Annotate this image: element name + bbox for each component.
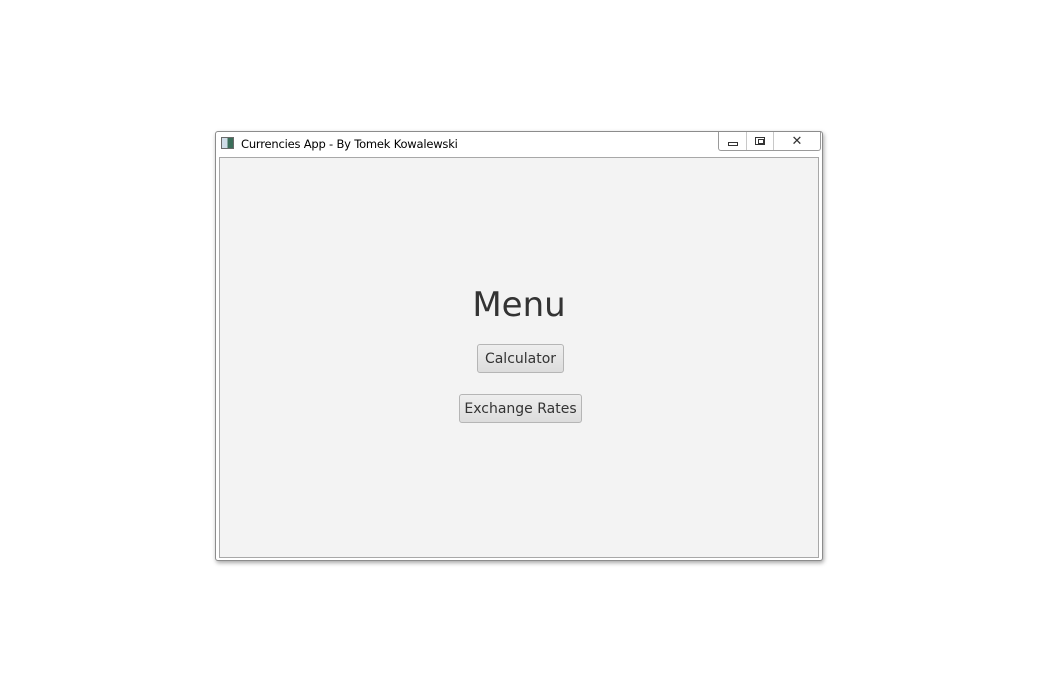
menu-panel: Menu Calculator Exchange Rates <box>219 157 819 558</box>
app-window-icon <box>221 137 234 149</box>
minimize-icon <box>727 141 738 146</box>
window-controls: ✕ <box>718 132 821 151</box>
app-window: Currencies App - By Tomek Kowalewski ✕ M… <box>215 131 823 561</box>
minimize-button[interactable] <box>719 132 747 150</box>
title-bar[interactable]: Currencies App - By Tomek Kowalewski ✕ <box>216 132 822 156</box>
page-title: Menu <box>472 285 566 325</box>
maximize-button[interactable] <box>747 132 774 150</box>
close-icon: ✕ <box>791 133 803 149</box>
calculator-button[interactable]: Calculator <box>477 344 564 373</box>
exchange-rates-button[interactable]: Exchange Rates <box>459 394 582 423</box>
close-button[interactable]: ✕ <box>774 132 820 150</box>
maximize-icon <box>755 137 765 145</box>
window-title: Currencies App - By Tomek Kowalewski <box>241 137 458 151</box>
